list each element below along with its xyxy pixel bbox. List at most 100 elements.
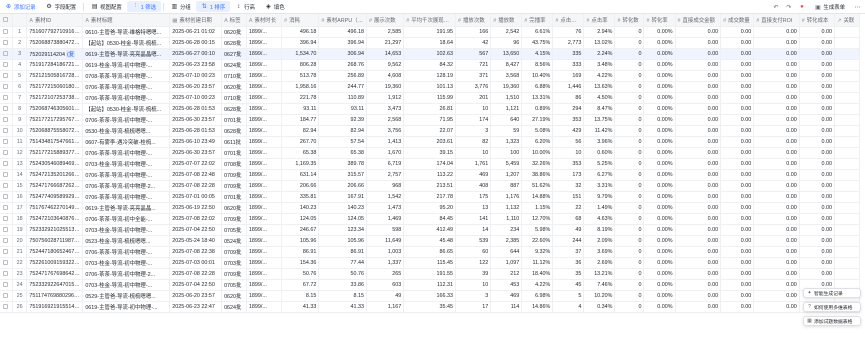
cell-cost[interactable]: 631.14 bbox=[281, 169, 320, 181]
cell-clicks[interactable]: 294 bbox=[552, 103, 585, 115]
cell-id[interactable]: 752068746305601577 bbox=[26, 103, 84, 115]
cell-shows[interactable]: 49 bbox=[366, 290, 405, 302]
cell-orders[interactable]: 0.00 bbox=[720, 37, 755, 49]
cell-comp[interactable]: 6.88% bbox=[521, 81, 554, 93]
cell-arpu[interactable]: 206.66 bbox=[318, 180, 367, 192]
table-row[interactable]: 13 752430546089469836 0703-桂金-导流-初中物理-... 2… bbox=[0, 158, 861, 170]
row-checkbox-cell[interactable] bbox=[0, 37, 13, 49]
cell-title[interactable]: 0703-桂金-导流-初中物理-... bbox=[82, 224, 171, 236]
cell-orders[interactable]: 0.00 bbox=[720, 213, 755, 225]
row-checkbox[interactable] bbox=[3, 215, 9, 221]
cell-orders[interactable]: 0.00 bbox=[720, 136, 755, 148]
cell-dur[interactable]: 1899/... bbox=[246, 235, 283, 247]
cell-tag[interactable]: 0709批 bbox=[221, 268, 247, 280]
cell-roi[interactable]: 0.00 bbox=[753, 224, 800, 236]
cell-roi[interactable]: 0.00 bbox=[753, 59, 800, 71]
row-checkbox[interactable] bbox=[3, 226, 9, 232]
cell-roi[interactable]: 0.00 bbox=[753, 125, 800, 137]
cell-id[interactable]: 752472103640876651 bbox=[26, 213, 84, 225]
cell-ctr[interactable]: 2.94% bbox=[583, 26, 616, 38]
cell-comp[interactable]: 13.31% bbox=[521, 92, 554, 104]
cell-roi[interactable]: 0.00 bbox=[753, 202, 800, 214]
cell-id[interactable]: 752068875558072361 bbox=[26, 125, 84, 137]
cell-arpu[interactable]: 244.77 bbox=[318, 81, 367, 93]
column-header[interactable]: # 转化数 bbox=[614, 14, 645, 27]
cell-comp[interactable]: 5.08% bbox=[521, 125, 554, 137]
cell-dur[interactable]: 1899/... bbox=[246, 147, 283, 159]
cell-date[interactable]: 2025-05-24 18:40 bbox=[169, 235, 223, 247]
cell-ctr[interactable]: 11.42% bbox=[583, 125, 616, 137]
row-checkbox-cell[interactable] bbox=[0, 191, 13, 203]
cell-cost[interactable]: 8.15 bbox=[281, 290, 320, 302]
cell-title[interactable]: 【起站】0530-桂金-导流-梳梳... bbox=[82, 103, 171, 115]
column-header[interactable]: A 素材标题 bbox=[82, 14, 171, 27]
cell-conv[interactable]: 0 bbox=[614, 290, 645, 302]
cell-cost[interactable]: 41.33 bbox=[281, 301, 320, 313]
cell-id[interactable]: 752121505816728868 bbox=[26, 70, 84, 82]
table-row[interactable]: 25 751174769880296656 0529-主管爸-导流-梳梳嗯嗯... 2… bbox=[0, 290, 861, 302]
cell-date[interactable]: 2025-07-01 00:05 bbox=[169, 191, 223, 203]
cell-date[interactable]: 2025-06-10 23:49 bbox=[169, 136, 223, 148]
column-header[interactable]: # 直接成交金额 bbox=[675, 14, 722, 27]
cell-arpu[interactable]: 50.76 bbox=[318, 268, 367, 280]
cell-id[interactable]: 751434817547661958 bbox=[26, 136, 84, 148]
cell-plays[interactable]: 39 bbox=[455, 268, 492, 280]
cell-shows[interactable]: 603 bbox=[366, 279, 405, 291]
cell-gmv[interactable]: 0.00 bbox=[675, 235, 722, 247]
cell-comp[interactable]: 1.15% bbox=[521, 202, 554, 214]
cell-plays[interactable]: 82 bbox=[455, 136, 492, 148]
cell-conv[interactable]: 0 bbox=[614, 246, 645, 258]
cell-orders[interactable]: 0.00 bbox=[720, 235, 755, 247]
cell-conv[interactable]: 0 bbox=[614, 257, 645, 269]
cell-cvr[interactable]: 0.00% bbox=[643, 59, 676, 71]
cell-cost[interactable]: 267.70 bbox=[281, 136, 320, 148]
cell-plays[interactable]: 3,776 bbox=[455, 81, 492, 93]
cell-id[interactable]: 752177217295767965 bbox=[26, 114, 84, 126]
cell-dur[interactable]: 1899/... bbox=[246, 158, 283, 170]
column-header[interactable]: # 平均千次展现费用... bbox=[403, 14, 457, 27]
cell-cpm[interactable]: 112.31 bbox=[403, 279, 457, 291]
cell-cvr[interactable]: 0.00% bbox=[643, 202, 676, 214]
cell-ctr[interactable]: 2.09% bbox=[583, 235, 616, 247]
cell-ctr[interactable]: 2.69% bbox=[583, 257, 616, 269]
cell-title[interactable]: 0703-桂金-导流-初中物理-... bbox=[82, 158, 171, 170]
cell-clicks[interactable]: 32 bbox=[552, 180, 585, 192]
cell-cost[interactable]: 140.23 bbox=[281, 202, 320, 214]
cell-cpm[interactable]: 71.95 bbox=[403, 114, 457, 126]
cell-playnum[interactable]: 234 bbox=[490, 224, 523, 236]
column-header[interactable]: # 转化率 bbox=[643, 14, 676, 27]
cell-roi[interactable]: 0.00 bbox=[753, 268, 800, 280]
cell-plays[interactable]: 141 bbox=[455, 213, 492, 225]
cell-roi[interactable]: 0.00 bbox=[753, 235, 800, 247]
cell-roi[interactable]: 0.00 bbox=[753, 26, 800, 38]
cell-roi[interactable]: 0.00 bbox=[753, 279, 800, 291]
cell-gmv[interactable]: 0.00 bbox=[675, 246, 722, 258]
cell-clicks[interactable]: 173 bbox=[552, 169, 585, 181]
cell-dur[interactable]: 1899/... bbox=[246, 180, 283, 192]
cell-shows[interactable]: 2,568 bbox=[366, 114, 405, 126]
cell-ctr[interactable]: 6.27% bbox=[583, 169, 616, 181]
cell-cvr[interactable]: 0.00% bbox=[643, 125, 676, 137]
cell-cpa[interactable]: 0.00 bbox=[799, 246, 835, 258]
cell-dur[interactable]: 1899/... bbox=[246, 48, 283, 60]
toolbar-item-6[interactable]: ↕ 行高 bbox=[230, 1, 260, 12]
cell-arpu[interactable]: 86.91 bbox=[318, 246, 367, 258]
cell-orders[interactable]: 0.00 bbox=[720, 202, 755, 214]
cell-roi[interactable]: 0.00 bbox=[753, 301, 800, 313]
cell-orders[interactable]: 0.00 bbox=[720, 191, 755, 203]
cell-cpa[interactable]: 0.00 bbox=[799, 114, 835, 126]
cell-date[interactable]: 2025-07-08 22:38 bbox=[169, 246, 223, 258]
cell-playnum[interactable]: 100 bbox=[490, 147, 523, 159]
cell-id[interactable]: 752471767698642496 bbox=[26, 268, 84, 280]
cell-gmv[interactable]: 0.00 bbox=[675, 180, 722, 192]
cell-cost[interactable]: 50.76 bbox=[281, 268, 320, 280]
cell-shows[interactable]: 3,473 bbox=[366, 103, 405, 115]
cell-conv[interactable]: 0 bbox=[614, 235, 645, 247]
cell-title[interactable]: 0706-茶茶-导流-初中物理-2... bbox=[82, 268, 171, 280]
cell-ctr[interactable]: 13.02% bbox=[583, 37, 616, 49]
cell-comp[interactable]: 22.60% bbox=[521, 235, 554, 247]
column-header[interactable]: # 播放数 bbox=[490, 14, 523, 27]
cell-roi[interactable]: 0.00 bbox=[753, 180, 800, 192]
cell-plays[interactable]: 166 bbox=[455, 26, 492, 38]
cell-id[interactable]: 751767462270149837 bbox=[26, 202, 84, 214]
